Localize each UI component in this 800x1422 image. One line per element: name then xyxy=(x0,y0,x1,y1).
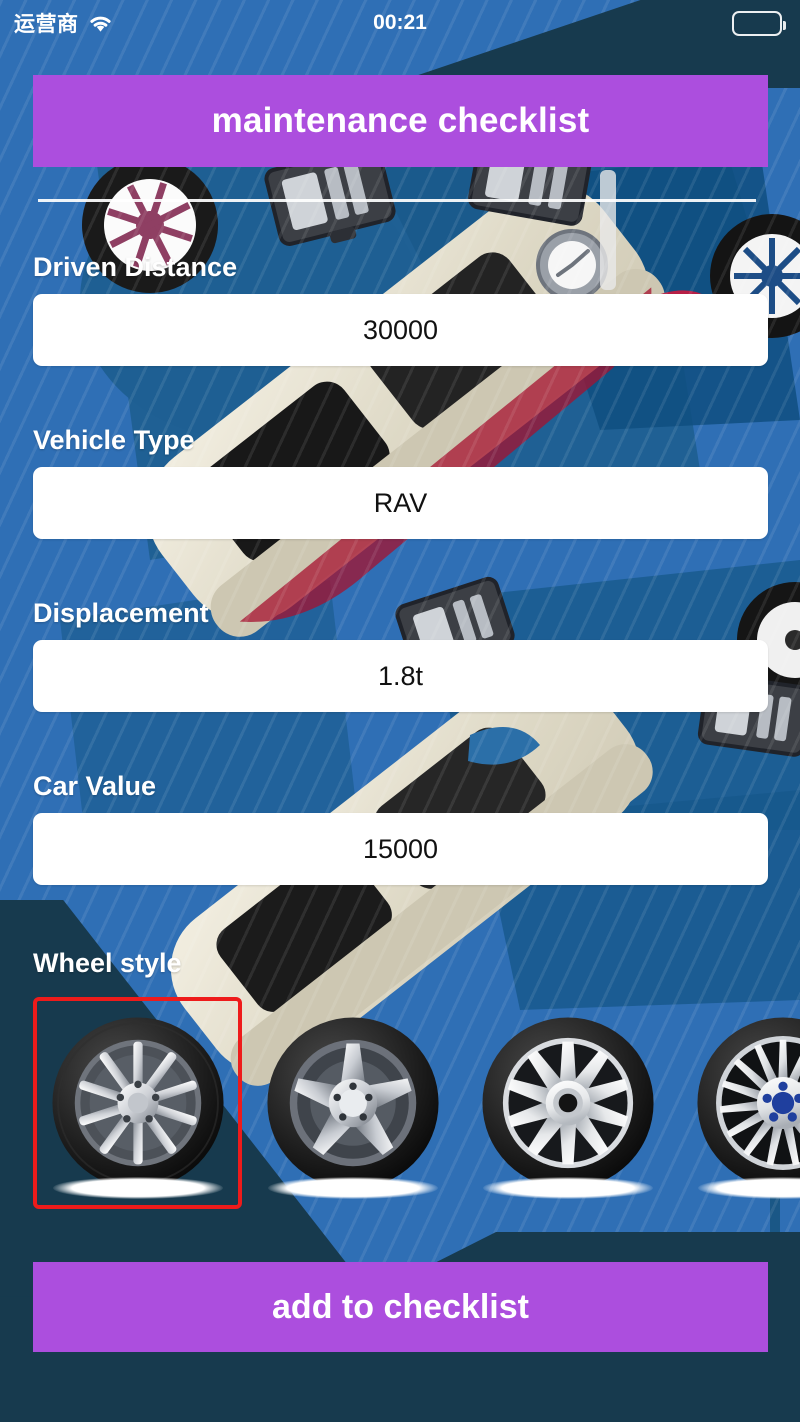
field-vehicle-type: Vehicle Type RAV xyxy=(33,425,768,539)
displacement-input[interactable]: 1.8t xyxy=(33,640,768,712)
vehicle-type-input[interactable]: RAV xyxy=(33,467,768,539)
page-header: maintenance checklist xyxy=(33,75,768,167)
add-to-checklist-button[interactable]: add to checklist xyxy=(33,1262,768,1352)
header-divider xyxy=(38,199,756,202)
wheel-shadow xyxy=(482,1177,653,1199)
field-car-value: Car Value 15000 xyxy=(33,771,768,885)
field-label-driven-distance: Driven Distance xyxy=(33,252,238,282)
field-driven-distance: Driven Distance 30000 xyxy=(33,252,768,366)
add-to-checklist-label: add to checklist xyxy=(272,1287,529,1326)
wheel-shadow xyxy=(52,1177,223,1199)
wheel-option-multi-spoke-blue-cap[interactable] xyxy=(678,997,800,1209)
wheel-style-options xyxy=(33,997,800,1209)
wheel-option-10-spoke-alloy[interactable] xyxy=(33,997,242,1209)
driven-distance-input[interactable]: 30000 xyxy=(33,294,768,366)
car-value-input[interactable]: 15000 xyxy=(33,813,768,885)
field-label-car-value: Car Value xyxy=(33,771,157,801)
page-title: maintenance checklist xyxy=(211,101,590,140)
wheel-option-multi-spoke-hubcap[interactable] xyxy=(463,997,672,1209)
app-screen: 运营商 00:21 maintenance checklist Driven D… xyxy=(0,0,800,1422)
battery-icon xyxy=(732,10,786,36)
wheel-shadow xyxy=(267,1177,438,1199)
wheel-option-5-spoke-red-caliper[interactable] xyxy=(248,997,457,1209)
wheel-5-spoke-red-caliper-icon xyxy=(266,1017,439,1189)
status-bar-time: 00:21 xyxy=(373,11,427,34)
status-bar-right xyxy=(732,10,786,36)
field-displacement: Displacement 1.8t xyxy=(33,598,768,712)
status-bar: 运营商 00:21 xyxy=(0,0,800,46)
wheel-style-picker: Wheel style xyxy=(33,948,800,1209)
wheel-10-spoke-alloy-icon xyxy=(51,1017,224,1189)
wheel-style-label: Wheel style xyxy=(33,948,182,978)
wheel-multi-spoke-blue-cap-icon xyxy=(696,1017,800,1189)
field-label-vehicle-type: Vehicle Type xyxy=(33,425,195,455)
field-label-displacement: Displacement xyxy=(33,598,209,628)
wheel-multi-spoke-hubcap-icon xyxy=(481,1017,654,1189)
